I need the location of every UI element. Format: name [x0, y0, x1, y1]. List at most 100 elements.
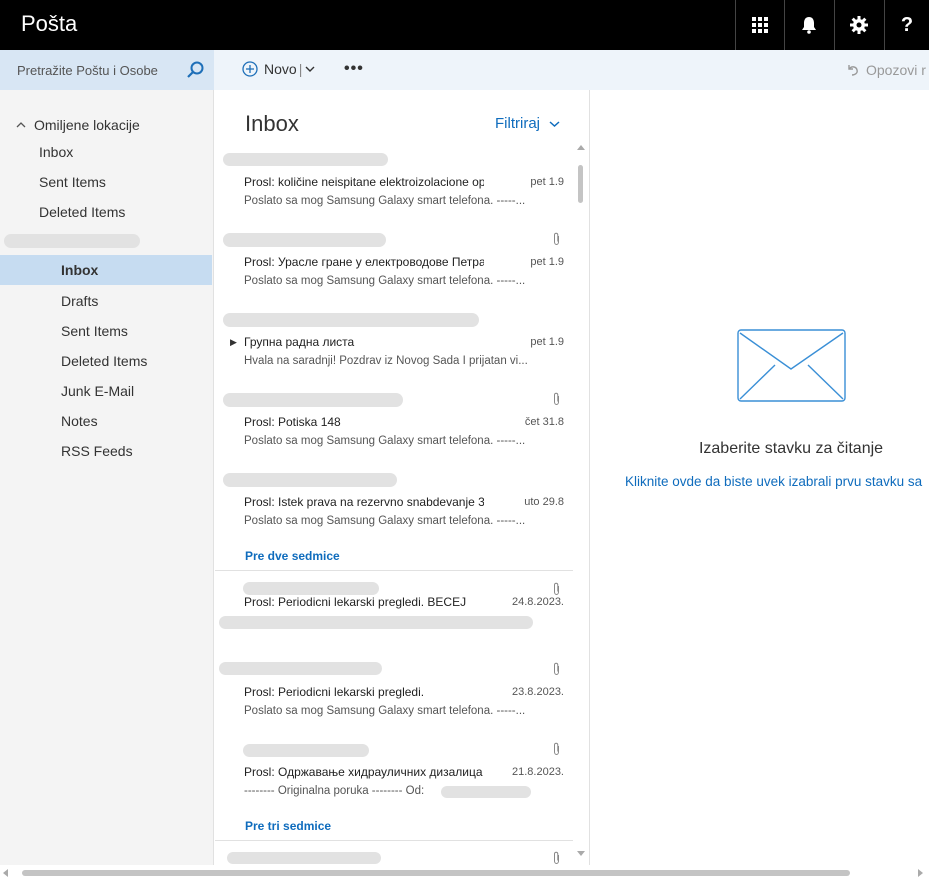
- message-subject: Prosl: Одржавање хидрауличних дизалица: [244, 765, 483, 779]
- redacted-preview: [219, 616, 533, 629]
- expand-thread-icon[interactable]: ▶: [230, 337, 237, 348]
- more-actions-button[interactable]: •••: [344, 60, 364, 78]
- folder-inbox-label: Inbox: [61, 262, 99, 278]
- envelope-icon: [737, 329, 846, 402]
- message-date: 24.8.2023.: [512, 596, 564, 608]
- app-title[interactable]: Pošta: [21, 11, 77, 37]
- message-preview: Poslato sa mog Samsung Galaxy smart tele…: [244, 515, 526, 527]
- message-item[interactable]: Prosl: Istek prava na rezervno snabdevan…: [215, 470, 573, 550]
- message-date: čet 31.8: [524, 416, 564, 428]
- scroll-down-icon[interactable]: [577, 851, 585, 856]
- folder-deleted-items[interactable]: Deleted Items: [61, 353, 147, 369]
- folder-inbox[interactable]: Inbox: [0, 255, 212, 285]
- group-header-two-weeks[interactable]: Pre dve sedmice: [245, 549, 340, 563]
- message-list-scrollbar[interactable]: [575, 145, 587, 860]
- chevron-down-icon: [549, 120, 560, 127]
- message-item[interactable]: Prosl: Одржавање хидрауличних дизалица 2…: [215, 740, 573, 820]
- notifications-button[interactable]: [784, 0, 833, 50]
- redacted-account-name[interactable]: [4, 234, 140, 248]
- message-item[interactable]: [215, 850, 573, 865]
- app-launcher-button[interactable]: [735, 0, 784, 50]
- redacted-sender: [227, 852, 381, 864]
- folder-drafts[interactable]: Drafts: [61, 293, 98, 309]
- message-subject: Prosl: Istek prava na rezervno snabdevan…: [244, 495, 484, 509]
- message-preview: Poslato sa mog Samsung Galaxy smart tele…: [244, 435, 526, 447]
- folder-junk-email[interactable]: Junk E-Mail: [61, 383, 134, 399]
- redacted-address: [441, 786, 531, 798]
- redacted-sender: [219, 662, 382, 675]
- message-item[interactable]: Prosl: Periodicni lekarski pregledi. BEC…: [215, 580, 573, 660]
- redacted-sender: [223, 473, 397, 487]
- scroll-right-icon[interactable]: [918, 869, 923, 877]
- horizontal-scroll-thumb[interactable]: [22, 870, 850, 876]
- help-button[interactable]: ?: [884, 0, 929, 50]
- filter-label: Filtriraj: [495, 115, 540, 132]
- paperclip-icon: [554, 742, 559, 756]
- folder-notes[interactable]: Notes: [61, 413, 98, 429]
- new-label: Novo: [264, 61, 297, 77]
- scroll-up-icon[interactable]: [577, 145, 585, 150]
- scroll-thumb[interactable]: [578, 165, 583, 203]
- message-subject: Prosl: Periodicni lekarski pregledi. BEC…: [244, 595, 467, 609]
- favorite-sent-items[interactable]: Sent Items: [39, 174, 106, 190]
- message-date: 21.8.2023.: [512, 766, 564, 778]
- message-date: 23.8.2023.: [512, 686, 564, 698]
- message-subject: Prosl: količine neispitane elektroizolac…: [244, 175, 484, 189]
- folder-sent-items[interactable]: Sent Items: [61, 323, 128, 339]
- chevron-up-icon: [16, 122, 26, 128]
- message-preview: Poslato sa mog Samsung Galaxy smart tele…: [244, 195, 526, 207]
- message-preview: -------- Originalna poruka -------- Od:: [244, 785, 425, 797]
- favorite-inbox[interactable]: Inbox: [39, 144, 73, 160]
- message-subject: Prosl: Урасле гране у електроводове Петр…: [244, 255, 484, 269]
- app-launcher-icon: [752, 17, 768, 33]
- message-item[interactable]: Prosl: Урасле гране у електроводове Петр…: [215, 230, 573, 310]
- redacted-sender: [223, 393, 403, 407]
- scroll-left-icon[interactable]: [3, 869, 8, 877]
- message-date: uto 29.8: [524, 496, 564, 508]
- redacted-sender: [243, 582, 379, 595]
- paperclip-icon: [554, 232, 559, 246]
- settings-button[interactable]: [834, 0, 883, 50]
- message-item[interactable]: Prosl: količine neispitane elektroizolac…: [215, 150, 573, 230]
- favorites-header[interactable]: Omiljene lokacije: [16, 117, 140, 133]
- redacted-sender: [243, 744, 369, 757]
- top-bar: Pošta ?: [0, 0, 929, 50]
- message-subject: Групна радна листа: [244, 335, 355, 349]
- favorite-deleted-items[interactable]: Deleted Items: [39, 204, 125, 220]
- redacted-sender: [223, 233, 386, 247]
- list-title: Inbox: [245, 111, 299, 136]
- message-list: Inbox Filtriraj Prosl: količine neispita…: [215, 90, 590, 865]
- group-divider: [215, 570, 573, 571]
- search-input[interactable]: Pretražite Poštu i Osobe: [17, 63, 158, 78]
- new-message-button[interactable]: Novo |: [242, 61, 315, 77]
- paperclip-icon: [554, 582, 559, 596]
- help-icon: ?: [900, 13, 914, 36]
- search-icon[interactable]: [185, 60, 205, 80]
- message-subject: Prosl: Potiska 148: [244, 415, 341, 429]
- message-preview: Hvala na saradnji! Pozdrav iz Novog Sada…: [244, 355, 528, 367]
- plus-circle-icon: [242, 61, 258, 77]
- paperclip-icon: [554, 662, 559, 676]
- undo-icon: [848, 65, 858, 76]
- chevron-down-icon[interactable]: [305, 65, 315, 73]
- gear-icon: [850, 16, 868, 34]
- horizontal-scrollbar[interactable]: [0, 865, 929, 881]
- group-header-three-weeks[interactable]: Pre tri sedmice: [245, 819, 331, 833]
- bell-icon: [802, 17, 816, 34]
- select-first-item-link[interactable]: Kliknite ovde da biste uvek izabrali prv…: [625, 474, 922, 489]
- message-item[interactable]: ▶ Групна радна листа pet 1.9 Hvala na sa…: [215, 310, 573, 390]
- new-separator: |: [298, 61, 303, 77]
- search-box[interactable]: Pretražite Poštu i Osobe: [0, 50, 214, 90]
- command-bar: Novo | ••• Opozovi r: [214, 50, 929, 90]
- undo-label: Opozovi r: [866, 62, 926, 78]
- message-item[interactable]: Prosl: Periodicni lekarski pregledi. 23.…: [215, 660, 573, 740]
- paperclip-icon: [554, 851, 559, 865]
- message-preview: Poslato sa mog Samsung Galaxy smart tele…: [244, 275, 526, 287]
- message-date: pet 1.9: [530, 256, 564, 268]
- message-item[interactable]: Prosl: Potiska 148 čet 31.8 Poslato sa m…: [215, 390, 573, 470]
- message-subject: Prosl: Periodicni lekarski pregledi.: [244, 685, 425, 699]
- folder-rss-feeds[interactable]: RSS Feeds: [61, 443, 133, 459]
- filter-button[interactable]: Filtriraj: [495, 115, 560, 132]
- message-date: pet 1.9: [530, 336, 564, 348]
- undo-button[interactable]: Opozovi r: [846, 62, 926, 78]
